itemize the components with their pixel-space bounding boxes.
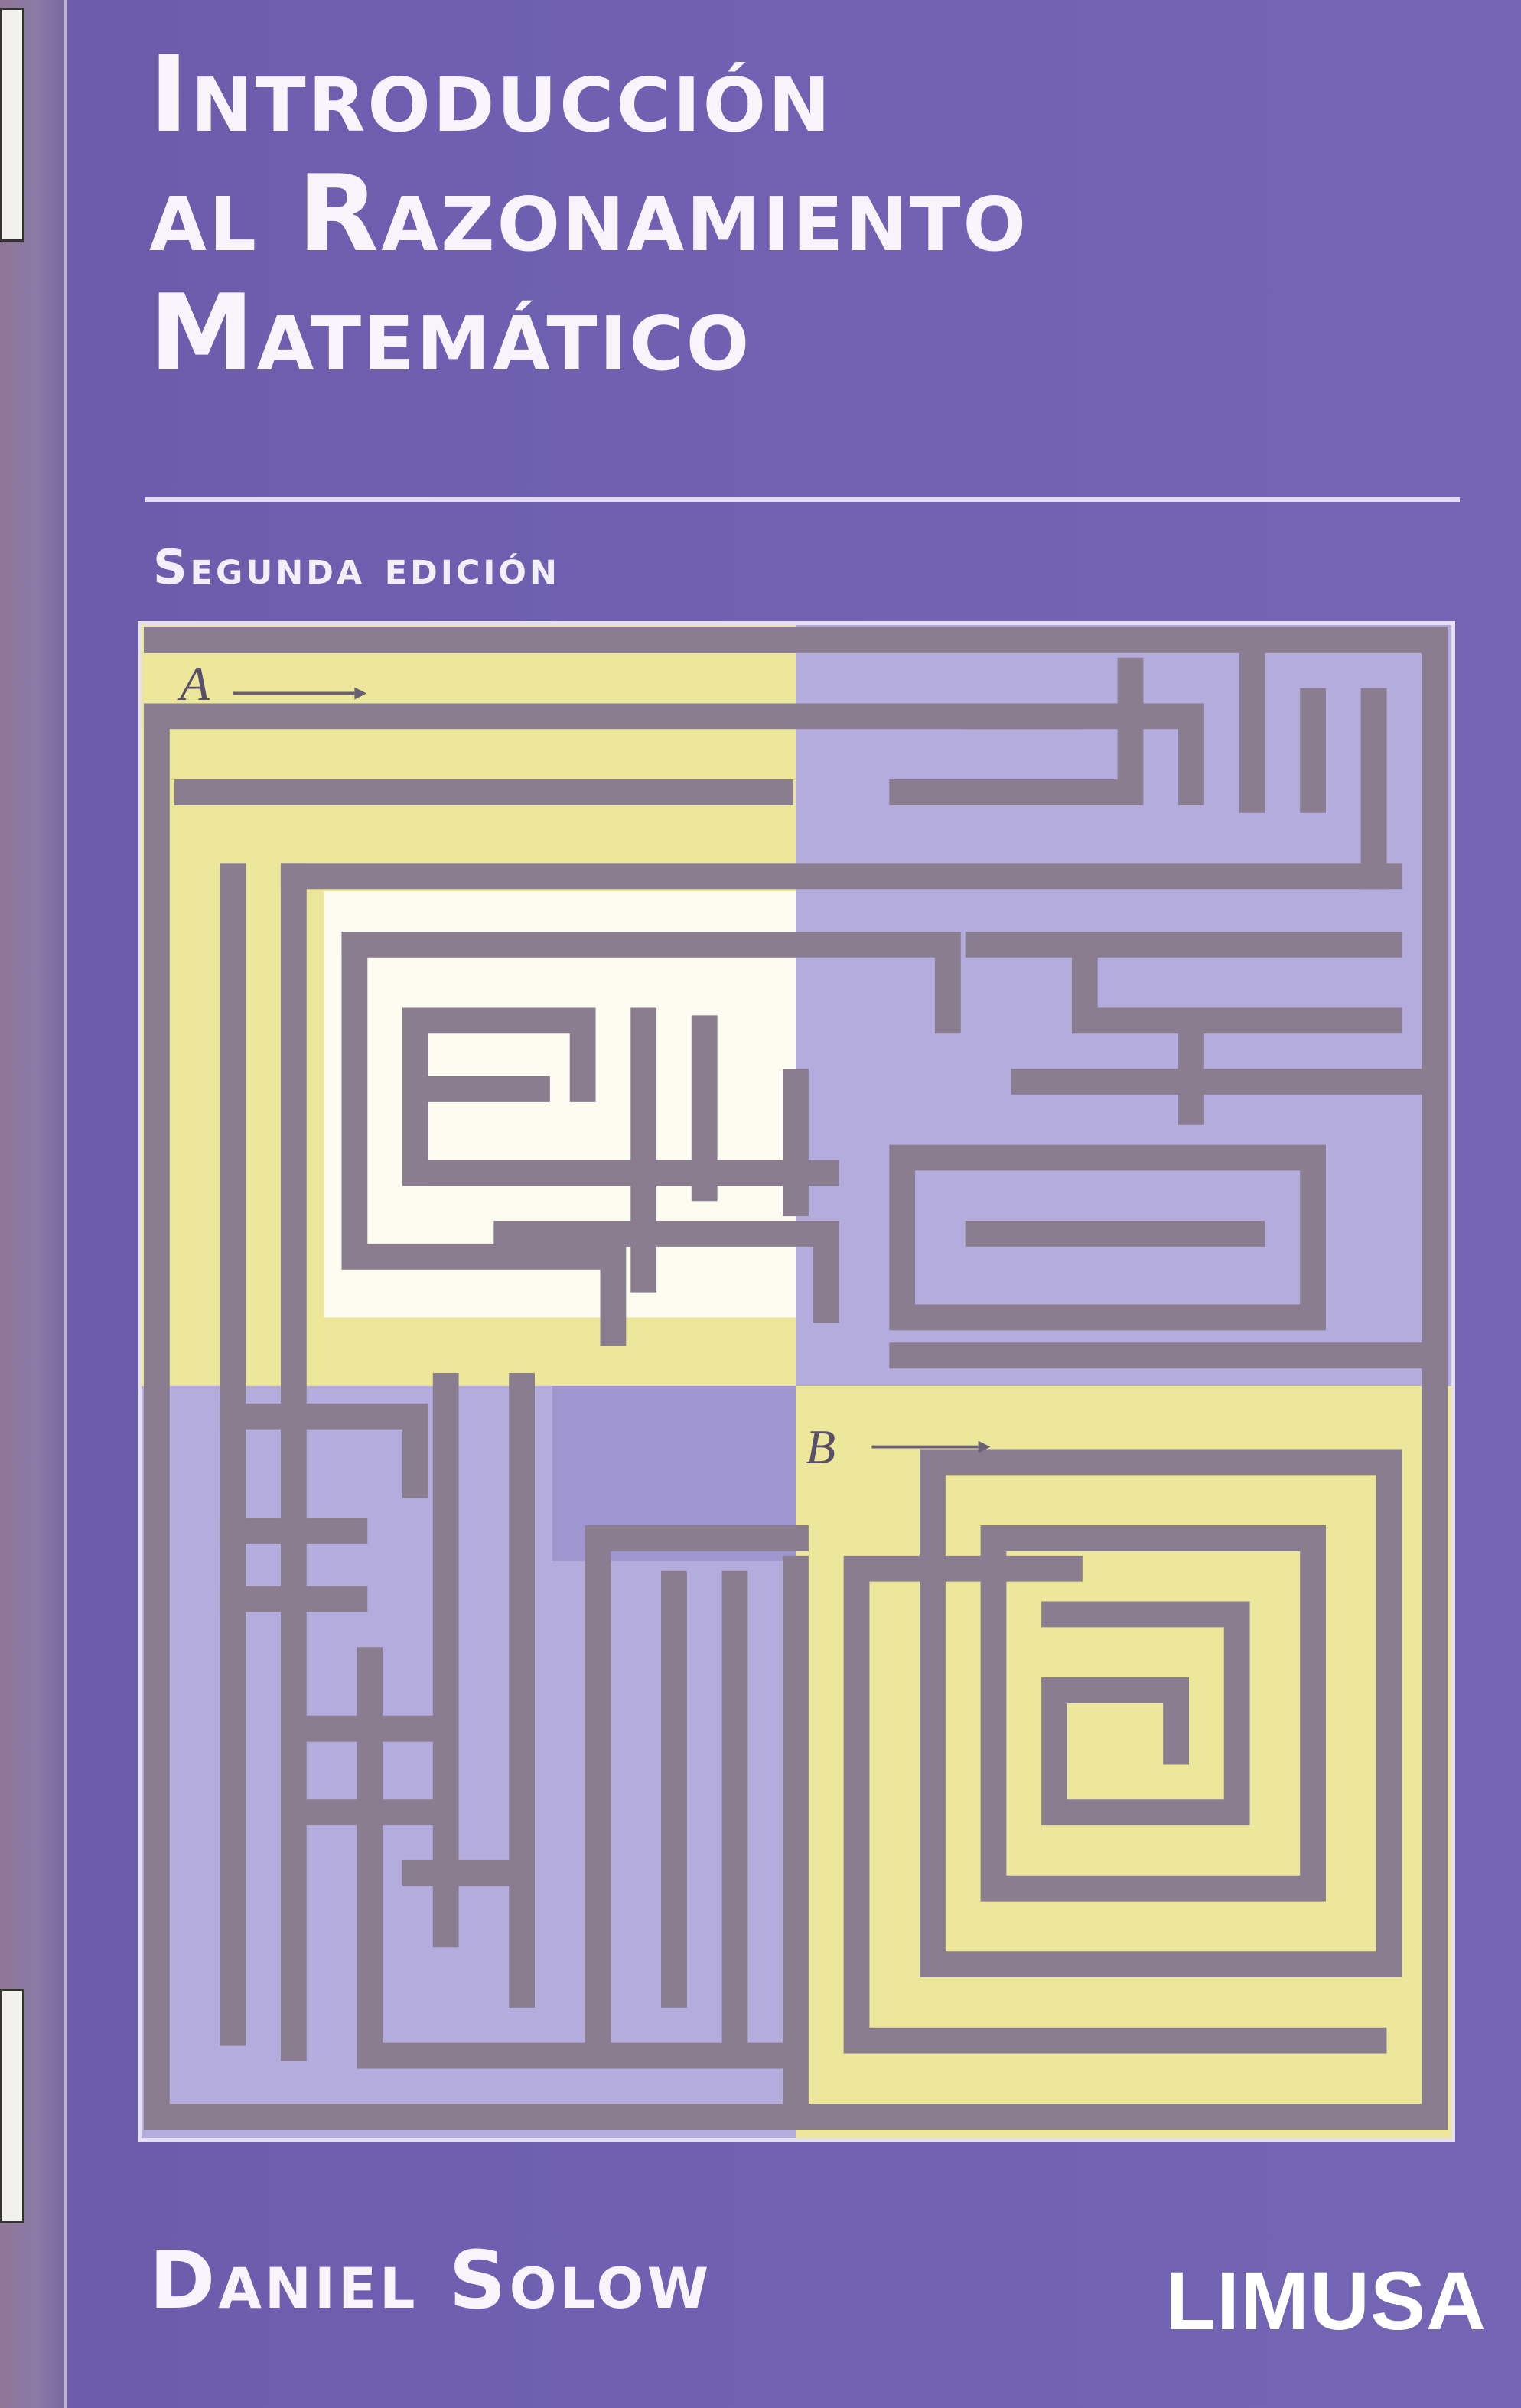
author-name: Daniel Solow <box>149 2234 712 2327</box>
maze-label-b: B <box>806 1420 836 1474</box>
library-tag-top <box>0 8 24 242</box>
title-line-3: Matemático <box>149 272 752 395</box>
title-line-2: al Razonamiento <box>149 152 1028 275</box>
title-line-1: Introducción <box>149 33 833 156</box>
spine-edge <box>64 0 67 2408</box>
library-tag-bottom <box>0 1989 24 2223</box>
maze-patch <box>796 1111 888 1287</box>
quadrant-bottom-right <box>796 1385 1451 2138</box>
publisher-logo: LIMUSA <box>1165 2254 1487 2347</box>
book-cover: Introducción al Razonamiento Matemático … <box>0 0 1521 2408</box>
maze-graphic <box>142 625 1451 2138</box>
book-title: Introducción al Razonamiento Matemático <box>149 42 1028 400</box>
title-divider <box>145 497 1460 502</box>
maze-illustration: A B <box>138 621 1455 2142</box>
edition-label: Segunda edición <box>153 539 560 595</box>
maze-label-a: A <box>180 656 210 711</box>
